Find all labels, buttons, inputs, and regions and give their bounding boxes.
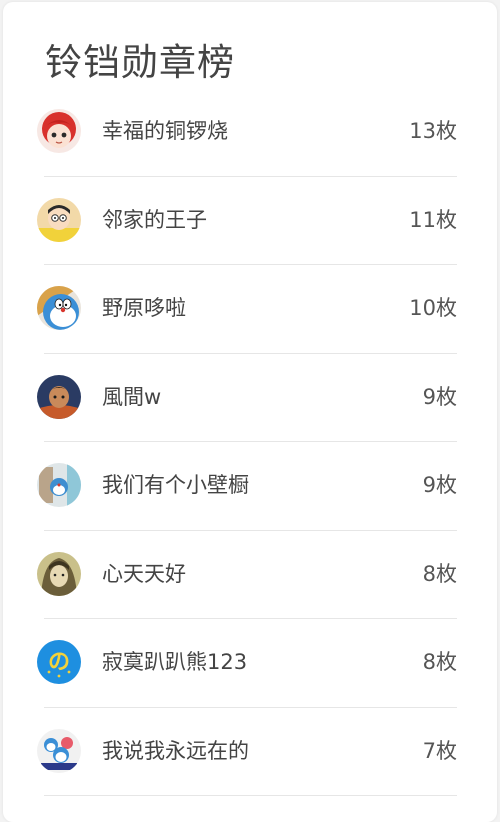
username: 我说我永远在的 — [102, 738, 249, 763]
medal-count: 10枚 — [409, 296, 457, 320]
username: 風間w — [102, 384, 162, 409]
username: 野原哆啦 — [102, 296, 186, 320]
red-hair-girl-avatar-icon[interactable] — [37, 109, 81, 153]
medal-count: 13枚 — [409, 119, 457, 143]
medal-count: 8枚 — [422, 650, 457, 674]
medal-count: 8枚 — [422, 561, 457, 586]
username: 幸福的铜锣烧 — [102, 119, 228, 143]
page-title: 铃铛勋章榜 — [45, 41, 235, 84]
username: 心天天好 — [102, 561, 186, 586]
nobita-avatar-icon[interactable] — [37, 197, 81, 242]
list-item[interactable]: の 寂寞趴趴熊123 8枚 — [3, 619, 497, 708]
leaderboard-list: 幸福的铜锣烧 13枚 邻家的王子 11枚 野原哆啦 10枚 風間w 9枚 我们有… — [3, 88, 497, 796]
list-item[interactable]: 邻家的王子 11枚 — [3, 177, 497, 266]
medal-leaderboard-card: 铃铛勋章榜 幸福的铜锣烧 13枚 邻家的王子 11枚 野原哆啦 10枚 風間w … — [3, 2, 497, 822]
list-item[interactable]: 幸福的铜锣烧 13枚 — [3, 88, 497, 177]
medal-count: 9枚 — [422, 473, 457, 497]
list-item[interactable]: 心天天好 8枚 — [3, 531, 497, 620]
doraemon-room-avatar-icon[interactable] — [37, 463, 81, 507]
boy-avatar-icon[interactable] — [37, 374, 81, 419]
blue-logo-avatar-icon[interactable]: の — [37, 640, 81, 684]
username: 寂寞趴趴熊123 — [102, 650, 248, 674]
medal-count: 11枚 — [409, 207, 457, 232]
doraemon-avatar-icon[interactable] — [37, 286, 81, 330]
svg-text:の: の — [48, 650, 70, 675]
sketch-girl-avatar-icon[interactable] — [37, 551, 81, 596]
username: 我们有个小壁橱 — [102, 473, 249, 497]
list-item[interactable]: 風間w 9枚 — [3, 354, 497, 443]
username: 邻家的王子 — [102, 207, 207, 232]
doraemon-group-avatar-icon[interactable] — [37, 728, 81, 773]
list-item[interactable]: 我们有个小壁橱 9枚 — [3, 442, 497, 531]
list-item[interactable]: 野原哆啦 10枚 — [3, 265, 497, 354]
list-item[interactable]: 我说我永远在的 7枚 — [3, 708, 497, 797]
medal-count: 9枚 — [422, 384, 457, 409]
medal-count: 7枚 — [422, 738, 457, 763]
